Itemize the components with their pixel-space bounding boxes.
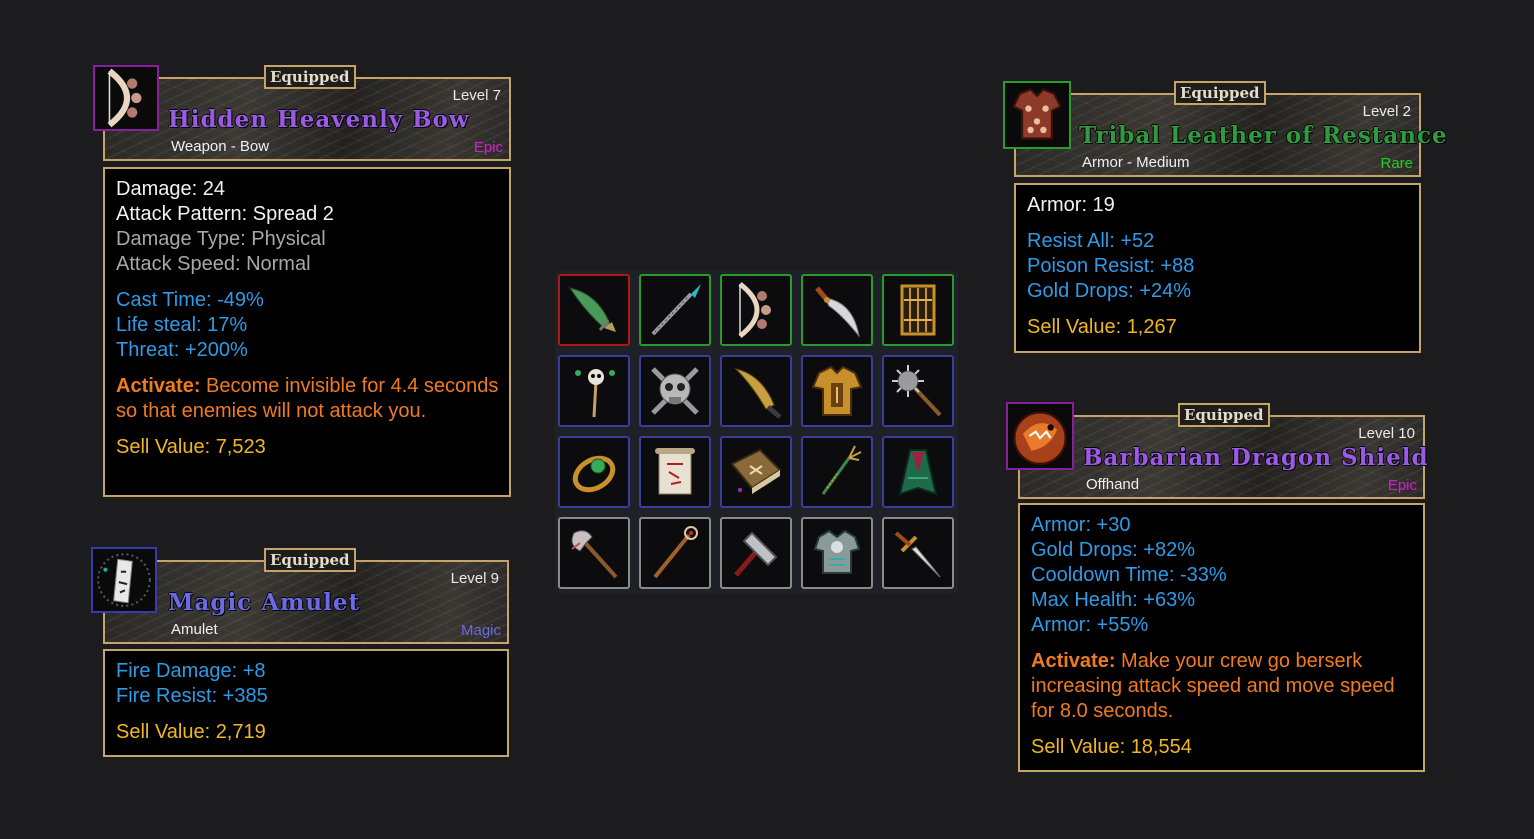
inventory-grid — [555, 271, 958, 593]
gate-shield-icon — [900, 284, 936, 336]
inventory-slot[interactable] — [882, 274, 954, 346]
sell-value: Sell Value: 1,267 — [1027, 316, 1177, 338]
item-rarity: Epic — [1387, 477, 1417, 494]
bonus-line: Cast Time: -49% — [116, 289, 264, 311]
inventory-slot[interactable] — [801, 517, 873, 589]
bonus-line: Fire Damage: +8 — [116, 660, 266, 682]
inventory-slot[interactable] — [558, 355, 630, 427]
item-subtype: Offhand — [1086, 476, 1140, 493]
leather-armor-icon[interactable] — [1003, 81, 1071, 149]
bonus-line: Fire Resist: +385 — [116, 685, 268, 707]
bonus-line: Life steal: 17% — [116, 314, 248, 336]
item-level: Level 2 — [1362, 103, 1411, 120]
tooltip-body: Damage: 24 Attack Pattern: Spread 2 Dama… — [103, 167, 511, 497]
item-rarity: Rare — [1380, 155, 1413, 172]
inventory-slot[interactable] — [801, 274, 873, 346]
inventory-slot[interactable] — [558, 274, 630, 346]
amulet-icon[interactable] — [91, 547, 157, 613]
inventory-slot[interactable] — [801, 436, 873, 508]
inventory-slot[interactable] — [720, 517, 792, 589]
inventory-slot[interactable] — [720, 274, 792, 346]
tooltip-body: Armor: +30 Gold Drops: +82% Cooldown Tim… — [1018, 503, 1425, 772]
equipped-badge: Equipped — [1178, 403, 1270, 427]
bonus-line: Armor: +55% — [1031, 614, 1149, 636]
bonus-line: Max Health: +63% — [1031, 589, 1195, 611]
equipped-badge: Equipped — [1174, 81, 1266, 105]
inventory-slot[interactable] — [639, 517, 711, 589]
stat-attack-speed: Attack Speed: Normal — [116, 253, 311, 275]
morning-star-icon — [892, 365, 942, 417]
item-subtype: Weapon - Bow — [171, 138, 270, 155]
sell-value: Sell Value: 7,523 — [116, 436, 266, 458]
inventory-slot[interactable] — [558, 517, 630, 589]
bonus-line: Resist All: +52 — [1027, 230, 1155, 252]
item-name: Hidden Heavenly Bow — [168, 106, 470, 133]
activate-description: Activate: Become invisible for 4.4 secon… — [116, 374, 499, 424]
bonus-line: Armor: +30 — [1031, 514, 1131, 536]
green-sword-icon — [568, 287, 616, 332]
skull-staff-icon — [575, 369, 615, 418]
tooltip-body: Armor: 19 Resist All: +52 Poison Resist:… — [1014, 183, 1421, 353]
skull-crossbones-icon — [651, 367, 699, 415]
inventory-slot[interactable] — [720, 436, 792, 508]
stat-attack-pattern: Attack Pattern: Spread 2 — [116, 203, 334, 225]
dragon-shield-icon[interactable] — [1006, 402, 1074, 470]
inventory-slot[interactable] — [639, 436, 711, 508]
spear-icon — [651, 284, 701, 336]
tooltip-header: Equipped Level 7 Hidden Heavenly Bow Wea… — [103, 65, 511, 161]
bonus-line: Gold Drops: +24% — [1027, 280, 1191, 302]
item-name: Tribal Leather of Restance — [1079, 122, 1448, 149]
inventory-slot[interactable] — [882, 436, 954, 508]
activate-label: Activate: — [116, 375, 201, 397]
bow-icon[interactable] — [93, 65, 159, 131]
bonus-line: Threat: +200% — [116, 339, 248, 361]
chest-armor-icon — [813, 529, 861, 574]
stat-damage-type: Damage Type: Physical — [116, 228, 326, 250]
item-level: Level 9 — [450, 570, 499, 587]
item-name: Magic Amulet — [168, 589, 361, 616]
tooltip-header: Equipped Level 10 Barbarian Dragon Shiel… — [1018, 403, 1428, 499]
activate-description: Activate: Make your crew go berserk incr… — [1031, 649, 1413, 724]
tooltip-body: Fire Damage: +8 Fire Resist: +385 Sell V… — [103, 649, 509, 757]
inventory-slot[interactable] — [558, 436, 630, 508]
inventory-slot[interactable] — [801, 355, 873, 427]
equipped-badge: Equipped — [264, 548, 356, 572]
item-level: Level 10 — [1358, 425, 1415, 442]
item-rarity: Epic — [473, 139, 503, 156]
item-subtype: Amulet — [171, 621, 218, 638]
bonus-line: Poison Resist: +88 — [1027, 255, 1195, 277]
stat-damage: Damage: 24 — [116, 178, 225, 200]
machete-icon — [734, 368, 782, 419]
ring-icon — [572, 455, 616, 493]
staff-icon — [653, 526, 698, 579]
equipped-badge: Equipped — [264, 65, 356, 89]
inventory-slot[interactable] — [882, 517, 954, 589]
inventory-slot[interactable] — [639, 355, 711, 427]
axe-icon — [571, 530, 618, 579]
trident-icon — [821, 445, 862, 495]
short-sword-icon — [894, 531, 941, 578]
bow-icon — [738, 282, 771, 338]
inventory-slot[interactable] — [882, 355, 954, 427]
inventory-slot[interactable] — [639, 274, 711, 346]
tooltip-header: Equipped Level 2 Tribal Leather of Resta… — [1014, 81, 1447, 177]
sell-value: Sell Value: 2,719 — [116, 721, 266, 743]
bonus-line: Cooldown Time: -33% — [1031, 564, 1227, 586]
gold-armor-icon — [811, 365, 863, 416]
curved-dagger-icon — [815, 286, 860, 338]
activate-label: Activate: — [1031, 650, 1116, 672]
item-level: Level 7 — [452, 87, 501, 104]
bonus-line: Gold Drops: +82% — [1031, 539, 1195, 561]
item-rarity: Magic — [460, 622, 501, 639]
sell-value: Sell Value: 18,554 — [1031, 736, 1192, 758]
tooltip-header: Equipped Level 9 Magic Amulet Amulet Mag… — [103, 548, 509, 644]
stat-armor: Armor: 19 — [1027, 194, 1115, 216]
scroll-icon — [655, 448, 695, 495]
item-subtype: Armor - Medium — [1082, 154, 1190, 171]
inventory-slot[interactable] — [720, 355, 792, 427]
spellbook-icon — [730, 448, 782, 494]
item-name: Barbarian Dragon Shield — [1083, 444, 1429, 471]
hammer-icon — [734, 531, 778, 577]
green-cloak-icon — [898, 449, 938, 496]
